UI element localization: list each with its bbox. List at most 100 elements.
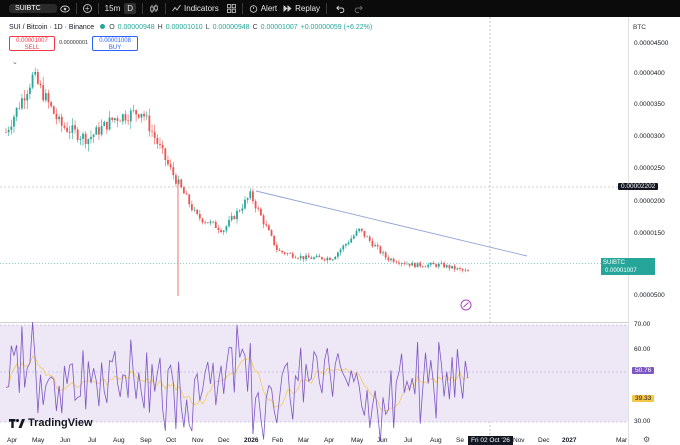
tradingview-logo[interactable]: TradingView bbox=[9, 417, 93, 429]
candle-body bbox=[411, 262, 414, 266]
legend-o-label: O bbox=[109, 24, 115, 31]
candle-body bbox=[137, 114, 140, 118]
y-tick: 0.0000350 bbox=[634, 101, 665, 108]
candle-body bbox=[76, 129, 79, 140]
candle-body bbox=[408, 263, 411, 266]
candle-body bbox=[28, 87, 31, 95]
currency-label[interactable]: BTC bbox=[633, 24, 646, 31]
x-tick: Jun bbox=[377, 437, 388, 444]
collapse-legend-icon[interactable]: ⌄ bbox=[12, 58, 18, 66]
candle-body bbox=[188, 194, 191, 205]
candle-body bbox=[437, 263, 440, 267]
x-tick: Oct bbox=[166, 437, 177, 444]
candle-body bbox=[222, 230, 225, 232]
buy-button[interactable]: 0.00001008 BUY bbox=[92, 36, 139, 51]
price-chart[interactable] bbox=[0, 0, 680, 445]
x-tick: Aug bbox=[113, 437, 125, 444]
candle-body bbox=[39, 83, 42, 86]
candle-body bbox=[355, 231, 358, 236]
sell-button[interactable]: 0.00001007 SELL bbox=[9, 36, 55, 51]
candle-body bbox=[334, 256, 337, 260]
time-axis[interactable]: Apr May Jun Jul Aug Sep Oct Nov Dec 2026… bbox=[0, 436, 628, 445]
candle-body bbox=[116, 118, 119, 121]
y-tick: 0.0000300 bbox=[634, 133, 665, 140]
x-tick: Jul bbox=[404, 437, 413, 444]
candle-body bbox=[214, 221, 217, 228]
x-tick: Nov bbox=[513, 437, 525, 444]
candle-body bbox=[281, 250, 284, 253]
candle-body bbox=[124, 114, 127, 121]
x-tick: May bbox=[32, 437, 45, 444]
tradingview-logo-text: TradingView bbox=[28, 417, 93, 429]
candle-body bbox=[371, 240, 374, 247]
y-tick: 0.0000400 bbox=[634, 70, 665, 77]
legend-l-value: 0.00000948 bbox=[212, 24, 250, 31]
candle-body bbox=[190, 204, 193, 211]
candle-body bbox=[23, 98, 26, 101]
candle-body bbox=[68, 131, 71, 133]
candle-body bbox=[307, 255, 310, 258]
candle-body bbox=[26, 94, 29, 101]
candle-body bbox=[135, 110, 138, 115]
x-tick: Se bbox=[456, 437, 464, 444]
candle-body bbox=[273, 235, 276, 246]
legend-h-label: H bbox=[157, 24, 163, 31]
legend-c-label: C bbox=[252, 24, 258, 31]
candle-body bbox=[21, 98, 23, 109]
candle-body bbox=[31, 74, 34, 88]
alert-marker-icon[interactable] bbox=[460, 299, 472, 311]
tradingview-logo-icon bbox=[9, 418, 25, 428]
spread-value: 0.00000001 bbox=[59, 40, 89, 46]
candle-body bbox=[358, 228, 361, 232]
legend-title[interactable]: SUI / Bitcoin · 1D · Binance bbox=[9, 24, 94, 31]
candles-group bbox=[5, 67, 469, 296]
candle-body bbox=[252, 191, 254, 202]
candle-body bbox=[323, 259, 326, 261]
candle-body bbox=[196, 209, 199, 214]
candle-body bbox=[103, 121, 106, 127]
candle-body bbox=[249, 191, 252, 199]
candle-body bbox=[217, 227, 220, 230]
candle-body bbox=[60, 116, 63, 126]
candle-body bbox=[182, 187, 185, 194]
candle-body bbox=[395, 261, 398, 263]
candle-body bbox=[342, 245, 345, 250]
candle-body bbox=[132, 110, 135, 111]
candle-body bbox=[400, 263, 403, 264]
candle-body bbox=[265, 224, 268, 226]
buy-label: BUY bbox=[108, 45, 122, 51]
buy-price: 0.00001008 bbox=[99, 38, 131, 44]
candle-body bbox=[74, 125, 76, 130]
settings-gear-icon[interactable]: ⚙ bbox=[643, 435, 650, 444]
rsi-tick: 30.00 bbox=[634, 418, 651, 425]
candle-body bbox=[111, 117, 114, 121]
x-tick: Aug bbox=[430, 437, 442, 444]
candle-body bbox=[464, 270, 467, 271]
y-tick: 0.0000200 bbox=[634, 198, 665, 205]
legend-c-value: 0.00001007 bbox=[260, 24, 298, 31]
candle-body bbox=[374, 245, 376, 247]
candle-body bbox=[445, 265, 448, 268]
trend-line[interactable] bbox=[255, 190, 528, 257]
x-tick: May bbox=[351, 437, 364, 444]
candle-body bbox=[127, 120, 130, 122]
candle-body bbox=[310, 257, 313, 259]
candle-body bbox=[50, 102, 53, 107]
candle-body bbox=[66, 127, 68, 132]
candle-body bbox=[302, 256, 305, 260]
candle-body bbox=[143, 113, 145, 117]
candle-body bbox=[36, 72, 39, 84]
candle-body bbox=[390, 258, 392, 261]
candle-body bbox=[384, 252, 387, 258]
legend-l-label: L bbox=[205, 24, 210, 31]
x-tick: Jun bbox=[60, 437, 71, 444]
candle-body bbox=[113, 118, 116, 121]
candle-body bbox=[254, 201, 257, 209]
candle-body bbox=[267, 225, 270, 231]
candle-body bbox=[382, 252, 384, 254]
y-tick: 0.00004500 bbox=[634, 40, 669, 47]
candle-body bbox=[180, 179, 183, 188]
candle-body bbox=[241, 208, 244, 211]
candle-body bbox=[278, 249, 281, 251]
candle-body bbox=[140, 113, 143, 118]
